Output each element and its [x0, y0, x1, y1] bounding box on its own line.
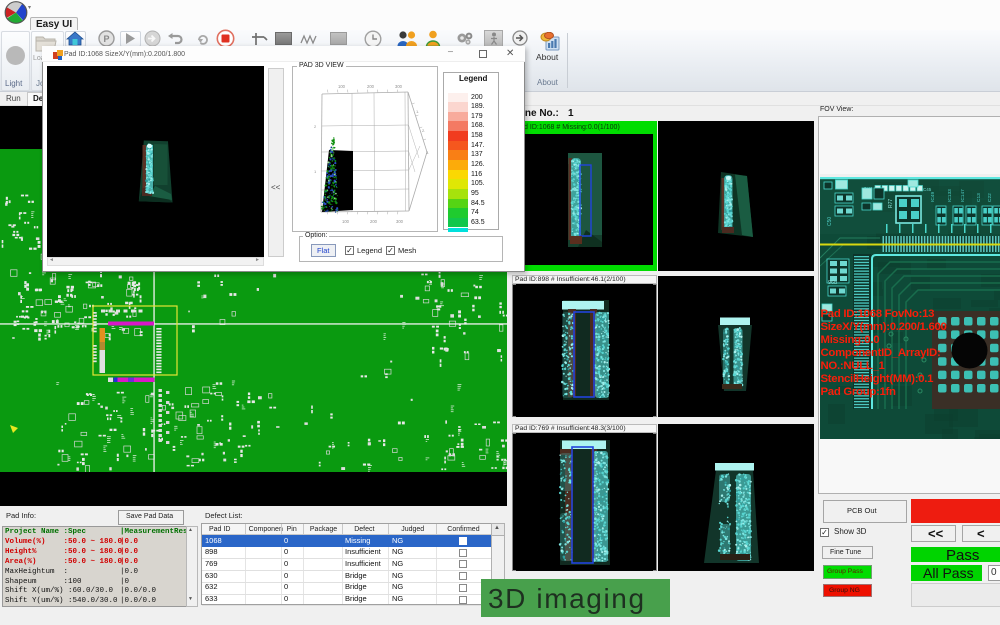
svg-text:ComponentID_ArrayID:: ComponentID_ArrayID: — [821, 347, 941, 359]
svg-text:P: P — [104, 34, 110, 44]
svg-text:1.: 1. — [416, 109, 419, 114]
svg-text:IC49: IC49 — [930, 192, 936, 202]
svg-text:2.: 2. — [422, 128, 425, 133]
svg-text:1: 1 — [314, 169, 317, 174]
svg-text:StencilHeight(MM):0.1: StencilHeight(MM):0.1 — [821, 373, 935, 385]
svg-text:C13: C13 — [976, 193, 982, 202]
svg-text:IC133: IC133 — [947, 189, 953, 202]
svg-text:C45: C45 — [923, 187, 932, 192]
svg-text:300: 300 — [395, 84, 403, 89]
svg-text:SizeX/Y(mm):0.200/1.600: SizeX/Y(mm):0.200/1.600 — [821, 321, 947, 333]
svg-text:300: 300 — [396, 219, 404, 224]
svg-text:96b: 96b — [828, 280, 837, 286]
svg-text:200: 200 — [370, 219, 378, 224]
svg-text:200: 200 — [367, 84, 375, 89]
svg-text:C22: C22 — [987, 193, 993, 202]
svg-text:NO.:NULL_1: NO.:NULL_1 — [821, 360, 886, 372]
svg-text:Pad Group:1fn: Pad Group:1fn — [821, 386, 897, 398]
svg-text:IC147: IC147 — [960, 189, 966, 202]
svg-text:C50: C50 — [827, 217, 833, 226]
svg-text:100: 100 — [338, 84, 346, 89]
svg-text:Pad ID:1068 FovNo:13: Pad ID:1068 FovNo:13 — [821, 308, 935, 320]
svg-text:3.: 3. — [426, 150, 429, 155]
svg-text:Missing:0.0: Missing:0.0 — [821, 334, 880, 346]
svg-text:2: 2 — [314, 124, 317, 129]
svg-text:100: 100 — [342, 219, 350, 224]
svg-text:R77: R77 — [888, 199, 894, 208]
